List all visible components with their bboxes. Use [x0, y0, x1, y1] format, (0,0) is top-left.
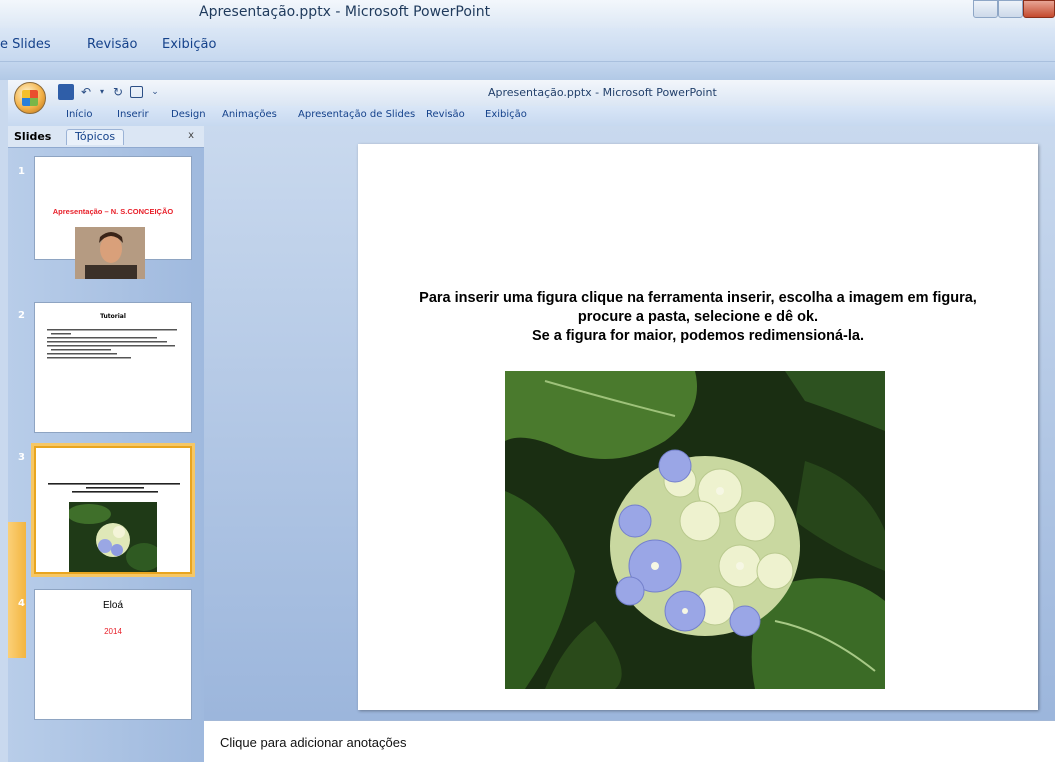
- quick-access-toolbar: ↶ ▾ ↻ ⌄: [58, 84, 163, 100]
- dropdown-arrow-icon[interactable]: ▾: [98, 84, 106, 100]
- slide-thumbnail-1[interactable]: Apresentação – N. S.CONCEIÇÃO: [34, 156, 192, 279]
- slide-workspace: Para inserir uma figura clique na ferram…: [204, 126, 1055, 720]
- customize-qat-icon[interactable]: ⌄: [147, 84, 163, 100]
- redo-icon[interactable]: ↻: [110, 84, 126, 100]
- close-pane-icon[interactable]: x: [188, 130, 194, 141]
- notes-pane[interactable]: Clique para adicionar anotações: [204, 720, 1055, 762]
- thumbnail-title: Apresentação – N. S.CONCEIÇÃO: [52, 207, 174, 216]
- slideshow-icon[interactable]: [130, 86, 143, 98]
- outer-tab-slides[interactable]: e Slides: [0, 37, 51, 52]
- slide-number: 3: [18, 452, 25, 463]
- tab-insert[interactable]: Inserir: [117, 109, 149, 120]
- slide-text-line: procure a pasta, selecione e dê ok.: [577, 309, 819, 325]
- slide-number: 1: [18, 166, 25, 177]
- slide-thumbnail-2[interactable]: Tutorial: [34, 302, 192, 433]
- thumbnail-text-lines: [48, 483, 180, 493]
- tab-view[interactable]: Exibição: [485, 109, 527, 120]
- outer-window-controls: [973, 0, 1055, 18]
- undo-icon[interactable]: ↶: [78, 84, 94, 100]
- tab-design[interactable]: Design: [171, 109, 206, 120]
- slide-text-box[interactable]: Para inserir uma figura clique na ferram…: [388, 289, 1008, 346]
- hydrangea-thumbnail-image: [69, 502, 157, 572]
- title-bar: ↶ ▾ ↻ ⌄ Apresentação.pptx - Microsoft Po…: [8, 80, 1055, 114]
- tab-slideshow[interactable]: Apresentação de Slides: [298, 109, 415, 120]
- tab-review[interactable]: Revisão: [426, 109, 465, 120]
- notes-placeholder: Clique para adicionar anotações: [220, 735, 407, 750]
- powerpoint-window: ↶ ▾ ↻ ⌄ Apresentação.pptx - Microsoft Po…: [8, 80, 1055, 762]
- maximize-button[interactable]: [998, 0, 1023, 18]
- slide-thumbnail-4[interactable]: Eloá 2014: [34, 589, 192, 720]
- outer-tab-review[interactable]: Revisão: [87, 37, 137, 52]
- minimize-button[interactable]: [973, 0, 998, 18]
- office-button[interactable]: [14, 82, 46, 114]
- outer-tab-view[interactable]: Exibição: [162, 37, 216, 52]
- selection-indicator: [8, 522, 26, 658]
- portrait-image: [75, 227, 145, 279]
- slides-pane: Slides Tópicos x 1 Apresentação – N. S.C…: [8, 126, 204, 762]
- outer-ribbon-tabs: e Slides Revisão Exibição: [0, 28, 1055, 62]
- outer-title-bar: Apresentação.pptx - Microsoft PowerPoint: [0, 0, 1055, 28]
- tab-home[interactable]: Início: [66, 109, 92, 120]
- slide-canvas[interactable]: Para inserir uma figura clique na ferram…: [358, 144, 1038, 710]
- thumbnail-title: Eloá: [102, 600, 123, 611]
- thumbnail-title: Tutorial: [100, 313, 126, 320]
- tab-slides[interactable]: Slides: [14, 130, 51, 143]
- tab-animations[interactable]: Animações: [222, 109, 277, 120]
- outer-ribbon: [0, 62, 1055, 80]
- pane-tabs: Slides Tópicos x: [8, 126, 204, 148]
- tab-outline[interactable]: Tópicos: [66, 129, 125, 145]
- hydrangea-image[interactable]: [505, 371, 885, 689]
- thumbnail-subtitle: 2014: [104, 627, 122, 636]
- slide-number: 4: [18, 598, 25, 609]
- ribbon-tabs: Início Inserir Design Animações Apresent…: [8, 106, 1055, 126]
- save-icon[interactable]: [58, 84, 74, 100]
- slide-text-line: Para inserir uma figura clique na ferram…: [419, 290, 977, 306]
- outer-window-title: Apresentação.pptx - Microsoft PowerPoint: [199, 4, 491, 20]
- close-button[interactable]: [1023, 0, 1055, 18]
- office-logo-icon: [22, 90, 38, 106]
- slide-text-line: Se a figura for maior, podemos redimensi…: [532, 328, 864, 344]
- slide-number: 2: [18, 310, 25, 321]
- thumbnail-text-lines: [47, 329, 177, 359]
- window-title: Apresentação.pptx - Microsoft PowerPoint: [488, 86, 717, 99]
- slide-thumbnail-3[interactable]: [34, 446, 192, 574]
